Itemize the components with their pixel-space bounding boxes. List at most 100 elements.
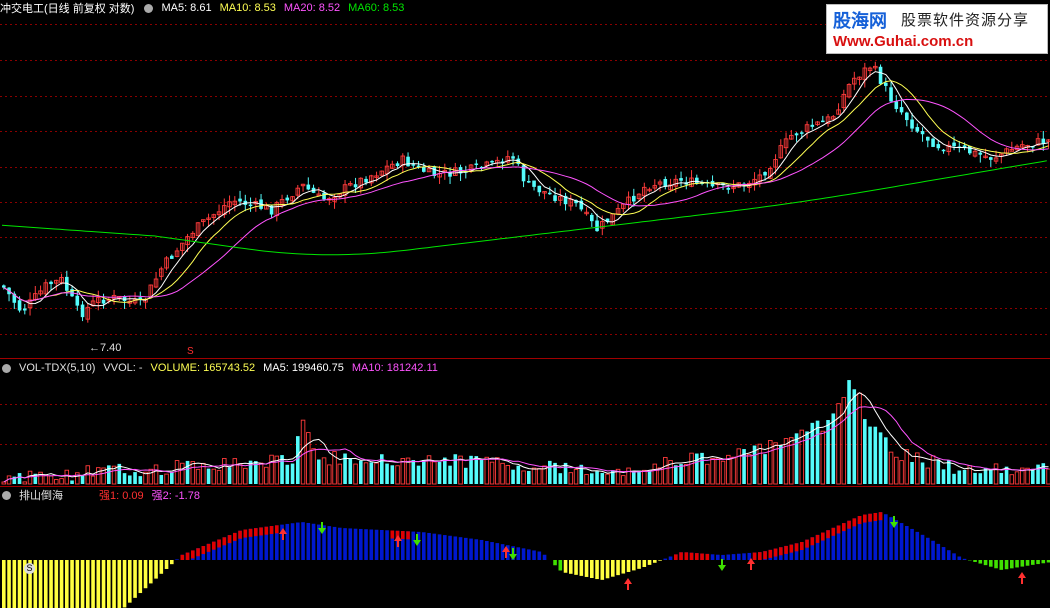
indicator-bar [999, 560, 1004, 570]
volume-bar [878, 432, 883, 484]
indicator-bar [737, 553, 741, 560]
indicator-bar-red [206, 543, 211, 552]
volume-bar [422, 460, 426, 484]
indicator-bar [348, 528, 353, 560]
indicator-name[interactable]: 排山倒海 [19, 487, 63, 503]
candle-body [322, 192, 326, 200]
indicator-bar [527, 549, 531, 560]
volume-bar [558, 473, 563, 484]
candle-body [548, 192, 552, 195]
volume-bar [710, 457, 715, 485]
indicator-bar [553, 560, 557, 566]
indicator-bar-red [800, 542, 804, 550]
volume-bar [1014, 471, 1020, 485]
volume-bar [164, 473, 169, 485]
settings-icon[interactable] [144, 3, 154, 13]
indicator-bar [128, 560, 132, 603]
stock-chart[interactable] [0, 0, 1050, 608]
volume-bar [453, 454, 458, 484]
indicator-bar [70, 560, 74, 608]
volume-bar [831, 413, 836, 484]
signal-mark: S [187, 346, 194, 357]
candle-body [364, 178, 368, 183]
indicator-bar [957, 556, 962, 560]
volume-bar [59, 478, 64, 485]
indicator-bar [626, 560, 631, 572]
candle-body [679, 178, 683, 181]
volume-bar [1031, 468, 1035, 484]
candle-body [422, 166, 426, 172]
volume-bar [380, 454, 384, 484]
indicator-bar [338, 527, 342, 560]
volume-bar [521, 470, 526, 485]
indicator-bar [296, 522, 300, 560]
indicator-bar [989, 560, 993, 567]
indicator-bar [75, 560, 80, 608]
volume-bar [75, 472, 80, 485]
indicator-bar [453, 536, 458, 560]
indicator-bar-red [810, 537, 815, 546]
indicator-bar [432, 533, 437, 560]
volume-indicator-name[interactable]: VOL-TDX(5,10) [19, 362, 95, 374]
volume-bar [211, 468, 217, 485]
volume-bar [395, 465, 400, 485]
indicator-bar-red [275, 525, 279, 534]
indicator-bar [17, 560, 22, 608]
indicator-bar [910, 528, 914, 560]
volume-bar [747, 454, 752, 485]
indicator-bar-red [684, 552, 689, 560]
indicator-bar [458, 537, 463, 560]
indicator-bar [936, 543, 941, 560]
indicator-bar [38, 560, 43, 608]
volume-bar [847, 380, 851, 484]
volume-bar [174, 460, 180, 485]
indicator-bar-red [779, 547, 783, 556]
volume-bar [783, 438, 789, 485]
candle-body [75, 295, 80, 306]
candle-body [553, 195, 557, 201]
indicator-bar-red [815, 534, 820, 543]
indicator-bar [516, 547, 521, 560]
candle-body [2, 285, 6, 288]
volume-bar [133, 472, 137, 484]
volume-bar [600, 473, 605, 484]
indicator-bar [1025, 560, 1030, 566]
volume-bar [464, 467, 468, 484]
volume-bar [884, 437, 888, 484]
volume-bar [411, 460, 416, 484]
indicator-bar [978, 560, 983, 564]
candle-body [936, 144, 941, 149]
indicator-bar [359, 528, 363, 560]
volume-bar [595, 471, 599, 484]
indicator-bar-red [789, 544, 794, 553]
indicator-bar-red [852, 518, 857, 527]
candle-body [695, 177, 699, 184]
volume-bar [353, 463, 358, 485]
indicator-bar [621, 560, 626, 574]
volume-bar [327, 464, 332, 485]
candle-body [285, 197, 290, 201]
indicator-bar [1004, 560, 1009, 570]
volume-bar [170, 472, 174, 484]
volume-bar [70, 480, 74, 484]
volume-bar [563, 462, 568, 484]
indicator-signal-marker: S [24, 563, 35, 574]
qiang1-label: 强1: 0.09 [99, 490, 144, 502]
indicator-bar [96, 560, 101, 608]
volume-bar [505, 465, 511, 485]
indicator-bar-red [674, 554, 678, 560]
volume-bar [416, 465, 421, 484]
indicator-bar [952, 553, 956, 560]
indicator-bar [994, 560, 998, 569]
up-arrow [1018, 572, 1026, 584]
volume-settings-icon[interactable] [2, 363, 11, 373]
volume-bar [989, 469, 993, 484]
candle-body [406, 156, 410, 167]
candle-body [80, 304, 85, 318]
volume-bar [899, 460, 904, 485]
indicator-bar [143, 560, 148, 589]
volume-bar [925, 467, 931, 485]
indicator-bar-red [390, 530, 395, 539]
indicator-settings-icon[interactable] [2, 490, 11, 500]
volume-bar [216, 469, 222, 485]
